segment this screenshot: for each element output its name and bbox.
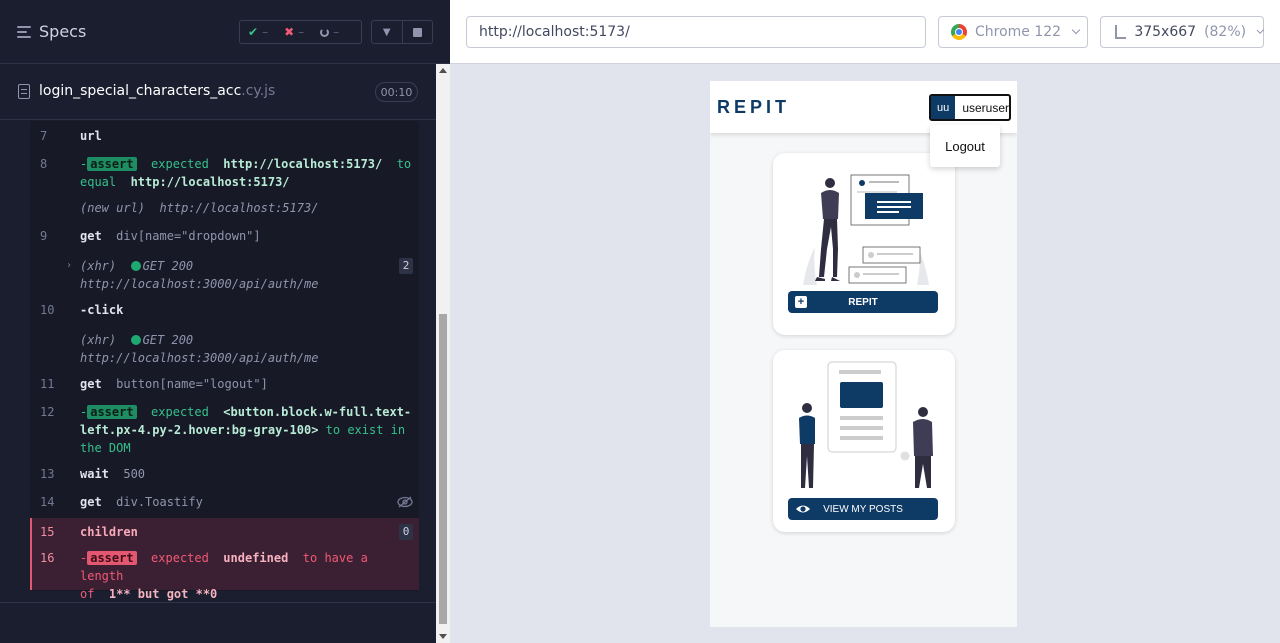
assert-badge: assert: [87, 157, 137, 171]
command-row[interactable]: (xhr) GET 200 http://localhost:3000/api/a…: [30, 331, 419, 367]
collapse-button[interactable]: ▼: [372, 21, 402, 43]
command-row[interactable]: 9 get div[name="dropdown"]: [30, 227, 419, 245]
command-row[interactable]: 13 wait 500: [30, 465, 419, 483]
cypress-runner-panel: Specs ✔ – ✖ – – ▼ login_special_characters…: [0, 0, 450, 643]
user-dropdown[interactable]: uu useruser: [929, 94, 1011, 121]
command-row[interactable]: 14 get div.Toastify: [30, 493, 419, 511]
repit-illustration-icon: [803, 174, 929, 285]
status-dot-icon: [130, 335, 141, 345]
spec-extension: .cy.js: [241, 83, 276, 99]
duration-badge: 00:10: [375, 82, 418, 102]
aut-panel: http://localhost:5173/ Chrome 122 375x66…: [450, 0, 1280, 643]
pending-stat: –: [312, 25, 347, 39]
specs-title: Specs: [39, 22, 87, 41]
command-row-failed[interactable]: 16 - assert expected undefined to have a …: [30, 546, 419, 601]
command-row[interactable]: 10 -click: [30, 301, 419, 319]
command-row[interactable]: 7 url: [30, 127, 419, 145]
logout-button[interactable]: Logout: [930, 125, 1000, 167]
chevron-down-icon: [1256, 26, 1265, 34]
specs-toggle[interactable]: Specs: [17, 22, 86, 41]
username: useruser: [962, 100, 1009, 115]
run-controls: ▼: [371, 20, 433, 44]
count-badge: 2: [399, 258, 413, 274]
status-dot-icon: [130, 261, 141, 271]
chevron-down-icon: ▼: [382, 26, 391, 38]
runner-header: Specs ✔ – ✖ – – ▼: [0, 0, 450, 64]
test-stats: ✔ – ✖ – –: [239, 20, 362, 44]
x-icon: ✖: [284, 25, 295, 39]
file-icon: [18, 83, 30, 99]
command-row[interactable]: 11 get button[name="logout"]: [30, 375, 419, 393]
spec-name: login_special_characters_acc: [39, 83, 242, 99]
repit-button[interactable]: + REPIT: [788, 291, 938, 313]
passed-stat: ✔ –: [248, 25, 269, 39]
stop-icon: [412, 27, 422, 37]
spec-bar: login_special_characters_acc.cy.js 00:10: [0, 64, 436, 120]
menu-icon: [17, 25, 31, 38]
command-row-failed[interactable]: 15 children 0: [30, 518, 419, 546]
browser-toolbar: http://localhost:5173/ Chrome 122 375x66…: [450, 0, 1280, 64]
browser-selector[interactable]: Chrome 122: [938, 16, 1088, 48]
assert-badge: assert: [87, 551, 137, 565]
eye-icon: [795, 502, 811, 516]
failed-stat: ✖ –: [284, 25, 305, 39]
view-posts-button[interactable]: VIEW MY POSTS: [788, 498, 938, 520]
command-row[interactable]: (new url) http://localhost:5173/: [30, 199, 419, 217]
command-row[interactable]: 12 - assert expected <button.block.w-full…: [30, 403, 419, 457]
eye-hidden-icon: [397, 495, 413, 508]
viewport-selector[interactable]: 375x667 (82%): [1100, 16, 1265, 48]
command-row[interactable]: 8 - assert expected http://localhost:5173…: [30, 155, 419, 191]
command-log: 7 url 8 - assert expected http://localhos…: [30, 121, 419, 601]
stop-button[interactable]: [401, 21, 433, 43]
scroll-down-icon[interactable]: [439, 634, 447, 639]
spec-file[interactable]: login_special_characters_acc.cy.js: [18, 83, 275, 99]
scroll-thumb[interactable]: [439, 314, 447, 624]
count-badge: 0: [399, 524, 413, 540]
app-logo[interactable]: REPIT: [717, 97, 790, 118]
scroll-up-icon[interactable]: [439, 68, 447, 73]
plus-icon: +: [795, 296, 807, 308]
command-row[interactable]: › (xhr) GET 200 http://localhost:3000/api…: [30, 257, 419, 293]
assert-badge: assert: [87, 405, 137, 419]
chevron-down-icon: [1071, 25, 1081, 35]
chrome-icon: [951, 24, 967, 40]
url-bar[interactable]: http://localhost:5173/: [466, 16, 926, 48]
command-log-scrollbar[interactable]: [436, 64, 450, 643]
repit-card: + REPIT: [773, 153, 955, 335]
chevron-right-icon: ›: [66, 260, 73, 271]
ruler-icon: [1115, 25, 1127, 39]
view-posts-card: VIEW MY POSTS: [773, 350, 955, 532]
avatar: uu: [931, 96, 956, 119]
check-icon: ✔: [248, 25, 259, 39]
pending-icon: [320, 27, 330, 37]
divider: [0, 602, 436, 603]
posts-illustration-icon: [799, 361, 933, 488]
app-viewport: REPIT uu useruser Logout + REPIT VIEW MY…: [710, 81, 1017, 627]
